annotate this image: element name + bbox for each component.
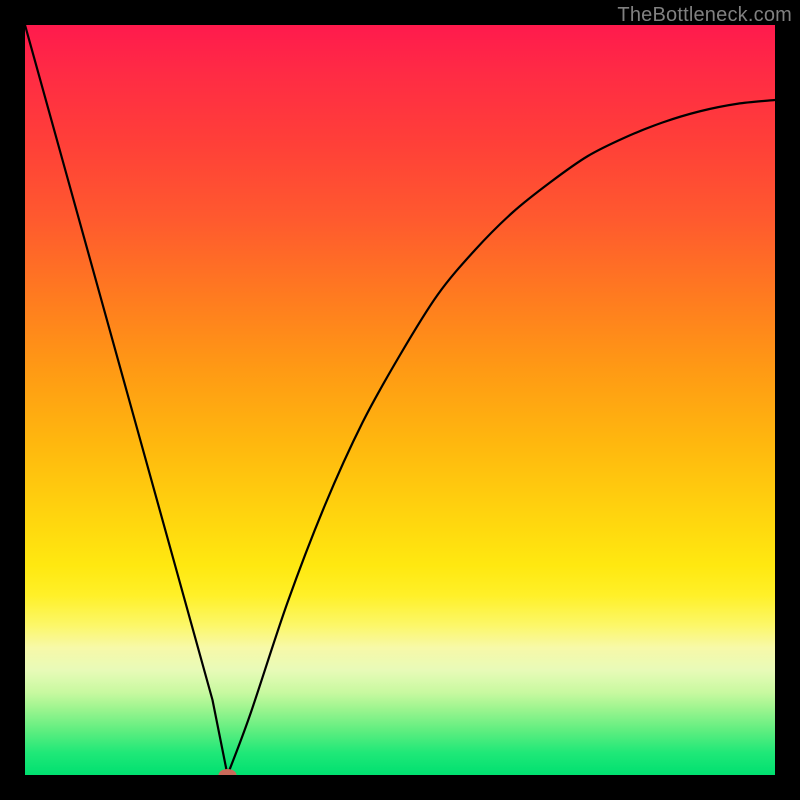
- bottleneck-curve: [25, 25, 775, 775]
- source-credit: TheBottleneck.com: [617, 4, 792, 27]
- optimum-marker: [219, 769, 237, 775]
- chart-frame: TheBottleneck.com: [0, 0, 800, 800]
- plot-area: [25, 25, 775, 775]
- curve-svg: [25, 25, 775, 775]
